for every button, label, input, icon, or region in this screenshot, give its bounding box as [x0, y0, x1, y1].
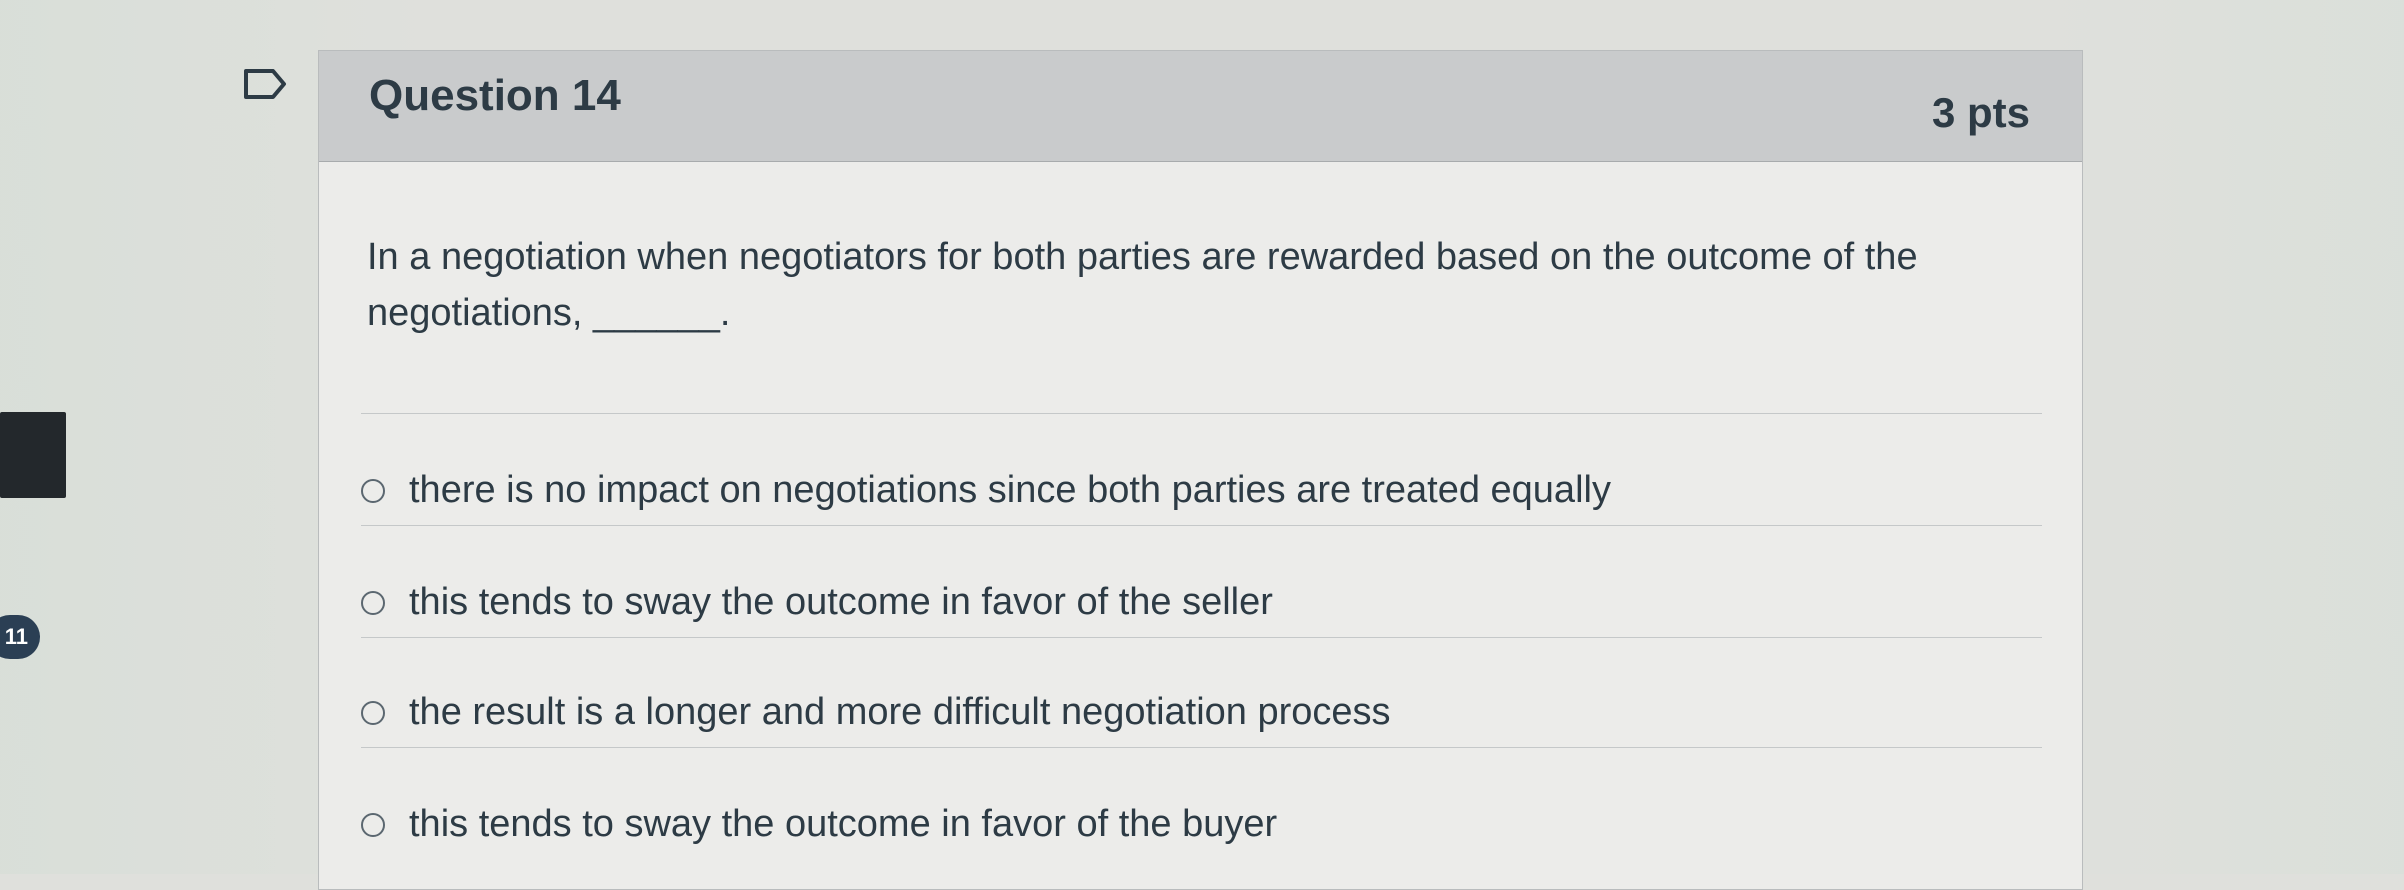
radio-button[interactable]	[361, 590, 385, 615]
divider	[361, 747, 2042, 748]
answer-label: the result is a longer and more difficul…	[409, 691, 1391, 733]
question-points: 3 pts	[1931, 89, 2030, 136]
flag-icon[interactable]	[243, 68, 287, 100]
radio-button[interactable]	[361, 478, 385, 503]
question-card: Question 14 3 pts In a negotiation when …	[318, 50, 2083, 890]
radio-button[interactable]	[361, 700, 385, 725]
answer-label: this tends to sway the outcome in favor …	[409, 803, 1278, 845]
divider	[361, 637, 2042, 638]
answer-label: this tends to sway the outcome in favor …	[409, 581, 1273, 623]
question-text: In a negotiation when negotiators for bo…	[367, 236, 1918, 334]
answer-option[interactable]: this tends to sway the outcome in favor …	[361, 581, 1273, 624]
question-header: Question 14 3 pts	[319, 51, 2082, 162]
divider	[361, 413, 2042, 414]
question-title: Question 14	[369, 71, 621, 120]
radio-button[interactable]	[361, 812, 385, 837]
answer-option[interactable]: the result is a longer and more difficul…	[361, 691, 1391, 734]
answer-label: there is no impact on negotiations since…	[409, 469, 1611, 511]
answer-option[interactable]: there is no impact on negotiations since…	[361, 469, 1611, 512]
divider	[361, 525, 2042, 526]
side-panel-fragment	[0, 412, 66, 498]
answer-option[interactable]: this tends to sway the outcome in favor …	[361, 803, 1277, 846]
